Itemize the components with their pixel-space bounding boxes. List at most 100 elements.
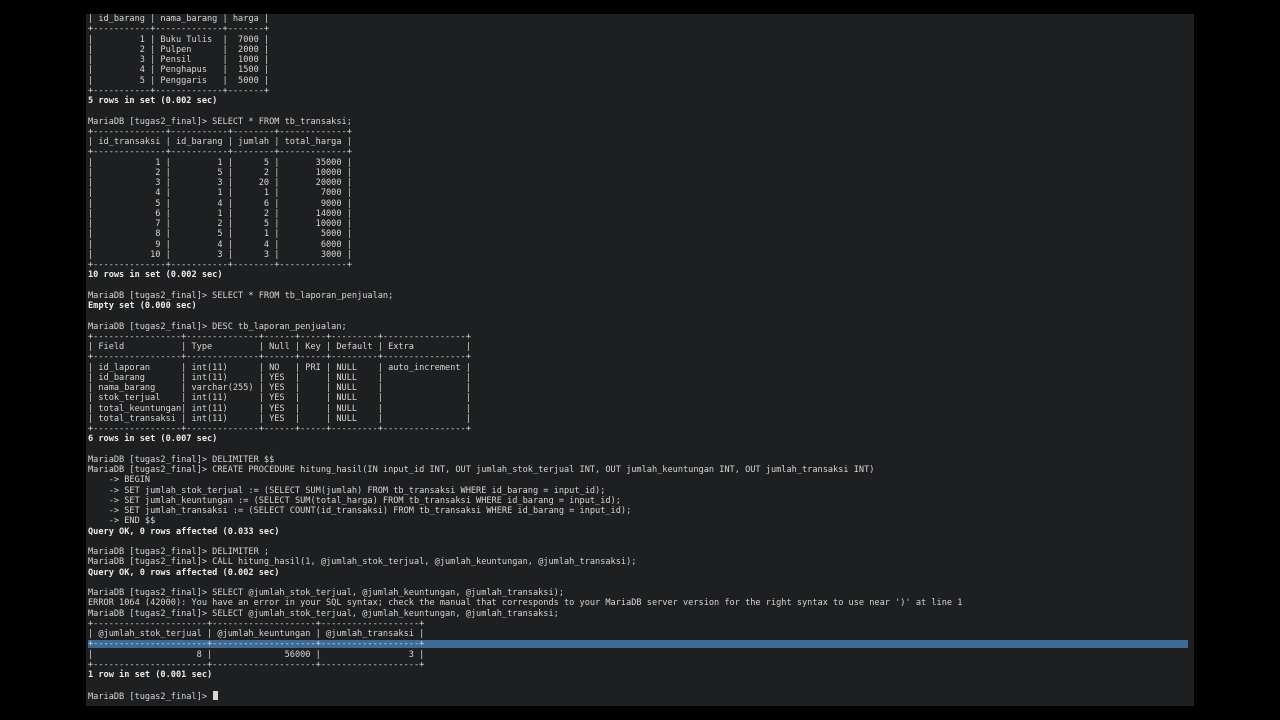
terminal-line: +----------------------+----------------… xyxy=(88,619,1188,629)
terminal-line-text: | id_laporan | int(11) | NO | PRI | NULL… xyxy=(88,362,471,373)
terminal-line-text: MariaDB [tugas2_final]> DESC tb_laporan_… xyxy=(88,321,347,332)
terminal-line: | 8 | 5 | 1 | 5000 | xyxy=(88,229,1188,239)
terminal-line-text: | Field | Type | Null | Key | Default | … xyxy=(88,342,471,352)
terminal-line-text: +--------------+-----------+--------+---… xyxy=(88,126,352,137)
terminal-line-text: +--------------+-----------+--------+---… xyxy=(88,260,352,270)
terminal-line-text: | id_transaksi | id_barang | jumlah | to… xyxy=(88,137,352,147)
terminal-line: | 5 | 4 | 6 | 9000 | xyxy=(88,199,1188,209)
terminal-line: | 4 | 1 | 1 | 7000 | xyxy=(88,188,1188,198)
terminal-line: | id_laporan | int(11) | NO | PRI | NULL… xyxy=(88,363,1188,373)
terminal-line-text: | 10 | 3 | 3 | 3000 | xyxy=(88,249,352,260)
terminal-line: +-----------------+--------------+------… xyxy=(88,332,1188,342)
terminal-line: | 5 | Penggaris | 5000 | xyxy=(88,76,1188,86)
terminal-line-text: | 6 | 1 | 2 | 14000 | xyxy=(88,208,352,219)
terminal-line-text: | 9 | 4 | 4 | 6000 | xyxy=(88,239,352,250)
terminal-line-text: MariaDB [tugas2_final]> DELIMITER ; xyxy=(88,547,270,557)
terminal-line-text: +----------------------+----------------… xyxy=(88,618,425,629)
terminal-line: +--------------+-----------+--------+---… xyxy=(88,127,1188,137)
terminal-line-text: +-----------------+--------------+------… xyxy=(88,424,471,434)
terminal-line: ERROR 1064 (42000): You have an error in… xyxy=(88,598,1188,608)
terminal-line: | 4 | Penghapus | 1500 | xyxy=(88,65,1188,75)
terminal-line: +-----------+-------------+-------+ xyxy=(88,86,1188,96)
terminal-prompt-line[interactable]: MariaDB [tugas2_final]> xyxy=(88,690,1188,702)
terminal-line-text: | id_barang | int(11) | YES | | NULL | | xyxy=(88,372,471,383)
terminal-line: | 10 | 3 | 3 | 3000 | xyxy=(88,250,1188,260)
terminal-line: | id_barang | nama_barang | harga | xyxy=(88,14,1188,24)
terminal-line: -> SET jumlah_transaksi := (SELECT COUNT… xyxy=(88,506,1188,516)
terminal-line: | 6 | 1 | 2 | 14000 | xyxy=(88,209,1188,219)
terminal-line: +----------------------+----------------… xyxy=(88,660,1188,670)
terminal-line-text: | 3 | 3 | 20 | 20000 | xyxy=(88,178,352,188)
terminal-line: | Field | Type | Null | Key | Default | … xyxy=(88,342,1188,352)
terminal-line-text: | 2 | Pulpen | 2000 | xyxy=(88,44,270,55)
terminal-line-text: +-----------+-------------+-------+ xyxy=(88,85,270,96)
terminal-line-text: 5 rows in set (0.002 sec) xyxy=(88,96,218,106)
terminal-line: Empty set (0.000 sec) xyxy=(88,301,1188,311)
terminal-line-text: MariaDB [tugas2_final]> CREATE PROCEDURE… xyxy=(88,465,875,475)
terminal-line-text: | 5 | 4 | 6 | 9000 | xyxy=(88,198,352,209)
terminal-line-text: -> SET jumlah_transaksi := (SELECT COUNT… xyxy=(88,506,632,516)
terminal-line: | @jumlah_stok_terjual | @jumlah_keuntun… xyxy=(88,629,1188,639)
terminal-line: MariaDB [tugas2_final]> SELECT @jumlah_s… xyxy=(88,588,1188,598)
terminal-line: | total_keuntungan| int(11) | YES | | NU… xyxy=(88,404,1188,414)
terminal-line-text: | 1 | Buku Tulis | 7000 | xyxy=(88,34,270,45)
terminal-line-text: +--------------+-----------+--------+---… xyxy=(88,147,352,158)
terminal-line: -> SET jumlah_stok_terjual := (SELECT SU… xyxy=(88,486,1188,496)
terminal-line-text: | stok_terjual | int(11) | YES | | NULL … xyxy=(88,393,471,404)
terminal-line-text: MariaDB [tugas2_final]> CALL hitung_hasi… xyxy=(88,557,637,568)
terminal-line-text: MariaDB [tugas2_final]> xyxy=(88,691,213,702)
terminal-line: +-----------------+--------------+------… xyxy=(88,424,1188,434)
terminal-line-text: +-----------------+--------------+------… xyxy=(88,331,471,342)
terminal-line-text: -> SET jumlah_stok_terjual := (SELECT SU… xyxy=(88,485,606,496)
terminal-line: | 1 | Buku Tulis | 7000 | xyxy=(88,35,1188,45)
terminal-line-text: | 7 | 2 | 5 | 10000 | xyxy=(88,219,352,229)
terminal-line-text: MariaDB [tugas2_final]> SELECT @jumlah_s… xyxy=(88,588,564,598)
terminal-line: | 2 | Pulpen | 2000 | xyxy=(88,45,1188,55)
terminal-line-text: -> BEGIN xyxy=(88,475,151,486)
terminal-line: +--------------+-----------+--------+---… xyxy=(88,147,1188,157)
terminal-line-text: | 8 | 5 | 1 | 5000 | xyxy=(88,229,352,240)
terminal-line: | 3 | Pensil | 1000 | xyxy=(88,55,1188,65)
terminal-line-text: | id_barang | nama_barang | harga | xyxy=(88,14,270,24)
terminal-line: | 7 | 2 | 5 | 10000 | xyxy=(88,219,1188,229)
terminal-line-text: | 2 | 5 | 2 | 10000 | xyxy=(88,167,352,178)
terminal-line-text: 10 rows in set (0.002 sec) xyxy=(88,270,223,281)
terminal-line-text: Query OK, 0 rows affected (0.033 sec) xyxy=(88,526,280,537)
terminal-line-text: | 5 | Penggaris | 5000 | xyxy=(88,75,270,86)
terminal-line-text: | 3 | Pensil | 1000 | xyxy=(88,55,270,65)
terminal-line: MariaDB [tugas2_final]> CALL hitung_hasi… xyxy=(88,557,1188,567)
terminal-window[interactable]: | id_barang | nama_barang | harga | +----… xyxy=(86,14,1194,706)
terminal-line: Query OK, 0 rows affected (0.002 sec) xyxy=(88,568,1188,578)
terminal-line-text: 1 row in set (0.001 sec) xyxy=(88,670,213,680)
terminal-line: +--------------+-----------+--------+---… xyxy=(88,260,1188,270)
terminal-line: -> END $$ xyxy=(88,516,1188,526)
terminal-line-text: | 4 | 1 | 1 | 7000 | xyxy=(88,188,352,199)
terminal-line-text: | @jumlah_stok_terjual | @jumlah_keuntun… xyxy=(88,629,425,639)
terminal-line-text: MariaDB [tugas2_final]> SELECT * FROM tb… xyxy=(88,290,394,301)
terminal-line-text: ERROR 1064 (42000): You have an error in… xyxy=(88,598,963,609)
terminal-line: MariaDB [tugas2_final]> SELECT * FROM tb… xyxy=(88,117,1188,127)
terminal-line-text: Empty set (0.000 sec) xyxy=(88,301,197,311)
terminal-line: | 8 | 56000 | 3 | xyxy=(88,650,1188,660)
terminal-line: -> SET jumlah_keuntungan := (SELECT SUM(… xyxy=(88,496,1188,506)
terminal-line: | id_barang | int(11) | YES | | NULL | | xyxy=(88,373,1188,383)
terminal-line: MariaDB [tugas2_final]> CREATE PROCEDURE… xyxy=(88,465,1188,475)
terminal-line: Query OK, 0 rows affected (0.033 sec) xyxy=(88,527,1188,537)
text-cursor xyxy=(213,690,219,700)
terminal-line: MariaDB [tugas2_final]> DELIMITER ; xyxy=(88,547,1188,557)
terminal-line-text: Query OK, 0 rows affected (0.002 sec) xyxy=(88,567,280,578)
terminal-line: MariaDB [tugas2_final]> SELECT * FROM tb… xyxy=(88,291,1188,301)
terminal-line: | 1 | 1 | 5 | 35000 | xyxy=(88,158,1188,168)
terminal-line: MariaDB [tugas2_final]> DELIMITER $$ xyxy=(88,455,1188,465)
terminal-line-text: +----------------------+----------------… xyxy=(88,659,425,670)
terminal-line: +----------------------+----------------… xyxy=(88,639,1188,649)
terminal-line: +-----------+-------------+-------+ xyxy=(88,24,1188,34)
terminal-line: MariaDB [tugas2_final]> SELECT @jumlah_s… xyxy=(88,609,1188,619)
terminal-line-text: +-----------+-------------+-------+ xyxy=(88,24,270,35)
